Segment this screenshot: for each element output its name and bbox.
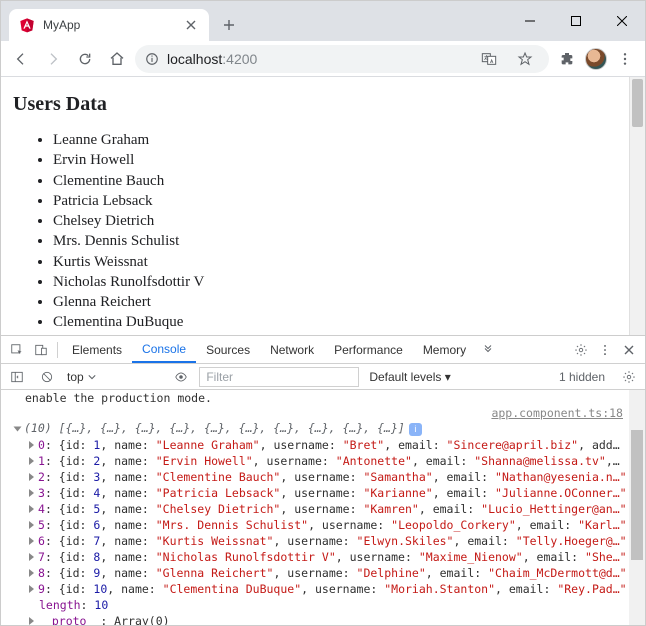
inspect-element-icon[interactable] xyxy=(5,338,29,362)
extensions-icon[interactable] xyxy=(553,45,581,73)
list-item: Mrs. Dennis Schulist xyxy=(53,231,633,251)
devtools-more-tabs-icon[interactable] xyxy=(476,338,500,362)
console-object-row[interactable]: 5: {id: 6, name: "Mrs. Dennis Schulist",… xyxy=(1,517,645,533)
window-controls xyxy=(507,1,645,41)
url-text: localhost:4200 xyxy=(167,51,467,67)
devtools-tabbar: ElementsConsoleSourcesNetworkPerformance… xyxy=(1,336,645,364)
console-filter-input[interactable]: Filter xyxy=(199,367,359,387)
live-expression-icon[interactable] xyxy=(169,365,193,389)
devtools-close-icon[interactable] xyxy=(617,338,641,362)
console-context-selector[interactable]: top xyxy=(65,370,102,384)
devtools-tab-sources[interactable]: Sources xyxy=(196,336,260,363)
translate-icon[interactable] xyxy=(475,45,503,73)
info-badge-icon: i xyxy=(409,423,422,436)
forward-button[interactable] xyxy=(39,45,67,73)
window-maximize-button[interactable] xyxy=(553,6,599,36)
console-toolbar: top Filter Default levels ▾ 1 hidden xyxy=(1,364,645,390)
list-item: Clementine Bauch xyxy=(53,171,633,191)
list-item: Leanne Graham xyxy=(53,130,633,150)
console-length-row: length: 10 xyxy=(1,597,645,613)
new-tab-button[interactable] xyxy=(215,11,243,39)
devtools-tab-elements[interactable]: Elements xyxy=(62,336,132,363)
angular-favicon xyxy=(19,17,35,33)
devtools-tab-memory[interactable]: Memory xyxy=(413,336,476,363)
console-object-row[interactable]: 2: {id: 3, name: "Clementine Bauch", use… xyxy=(1,469,645,485)
page-viewport: Users Data Leanne GrahamErvin HowellClem… xyxy=(1,77,645,335)
console-object-row[interactable]: 3: {id: 4, name: "Patricia Lebsack", use… xyxy=(1,485,645,501)
console-levels-selector[interactable]: Default levels ▾ xyxy=(365,370,485,384)
users-list: Leanne GrahamErvin HowellClementine Bauc… xyxy=(13,130,633,333)
bookmark-icon[interactable] xyxy=(511,45,539,73)
browser-toolbar: localhost:4200 xyxy=(1,41,645,77)
console-object-row[interactable]: 7: {id: 8, name: "Nicholas Runolfsdottir… xyxy=(1,549,645,565)
list-item: Clementina DuBuque xyxy=(53,312,633,332)
console-message: enable the production mode. xyxy=(1,390,645,406)
console-object-row[interactable]: 1: {id: 2, name: "Ervin Howell", usernam… xyxy=(1,453,645,469)
page-heading: Users Data xyxy=(13,93,633,116)
list-item: Ervin Howell xyxy=(53,150,633,170)
devtools-tab-network[interactable]: Network xyxy=(260,336,324,363)
home-button[interactable] xyxy=(103,45,131,73)
console-array-summary[interactable]: (10) [{…}, {…}, {…}, {…}, {…}, {…}, {…},… xyxy=(1,420,645,437)
console-hidden-count[interactable]: 1 hidden xyxy=(553,370,611,384)
console-output[interactable]: enable the production mode. app.componen… xyxy=(1,390,645,625)
console-object-row[interactable]: 6: {id: 7, name: "Kurtis Weissnat", user… xyxy=(1,533,645,549)
console-settings-icon[interactable] xyxy=(617,365,641,389)
console-object-row[interactable]: 0: {id: 1, name: "Leanne Graham", userna… xyxy=(1,437,645,453)
tab-close-icon[interactable] xyxy=(183,17,199,33)
list-item: Nicholas Runolfsdottir V xyxy=(53,272,633,292)
console-scrollbar[interactable] xyxy=(629,390,645,625)
console-object-row[interactable]: 9: {id: 10, name: "Clementina DuBuque", … xyxy=(1,581,645,597)
browser-titlebar: MyApp xyxy=(1,1,645,41)
list-item: Chelsey Dietrich xyxy=(53,211,633,231)
clear-console-icon[interactable] xyxy=(35,365,59,389)
console-object-row[interactable]: 4: {id: 5, name: "Chelsey Dietrich", use… xyxy=(1,501,645,517)
site-info-icon[interactable] xyxy=(145,52,159,66)
window-close-button[interactable] xyxy=(599,6,645,36)
devtools-tab-console[interactable]: Console xyxy=(132,336,196,363)
console-object-row[interactable]: 8: {id: 9, name: "Glenna Reichert", user… xyxy=(1,565,645,581)
browser-menu-icon[interactable] xyxy=(611,45,639,73)
console-sidebar-toggle-icon[interactable] xyxy=(5,365,29,389)
console-source-link[interactable]: app.component.ts:18 xyxy=(1,406,645,420)
console-proto-row[interactable]: __proto__: Array(0) xyxy=(1,613,645,626)
browser-tab[interactable]: MyApp xyxy=(9,9,209,41)
tab-title: MyApp xyxy=(43,18,175,32)
reload-button[interactable] xyxy=(71,45,99,73)
address-bar[interactable]: localhost:4200 xyxy=(135,45,549,73)
devtools-tab-performance[interactable]: Performance xyxy=(324,336,413,363)
profile-avatar[interactable] xyxy=(585,48,607,70)
window-minimize-button[interactable] xyxy=(507,6,553,36)
list-item: Glenna Reichert xyxy=(53,292,633,312)
list-item: Kurtis Weissnat xyxy=(53,252,633,272)
device-toolbar-icon[interactable] xyxy=(29,338,53,362)
list-item: Patricia Lebsack xyxy=(53,191,633,211)
devtools-panel: ElementsConsoleSourcesNetworkPerformance… xyxy=(1,335,645,625)
devtools-menu-icon[interactable] xyxy=(593,338,617,362)
devtools-settings-icon[interactable] xyxy=(569,338,593,362)
page-scrollbar[interactable] xyxy=(629,77,645,335)
tab-strip: MyApp xyxy=(1,1,507,41)
back-button[interactable] xyxy=(7,45,35,73)
